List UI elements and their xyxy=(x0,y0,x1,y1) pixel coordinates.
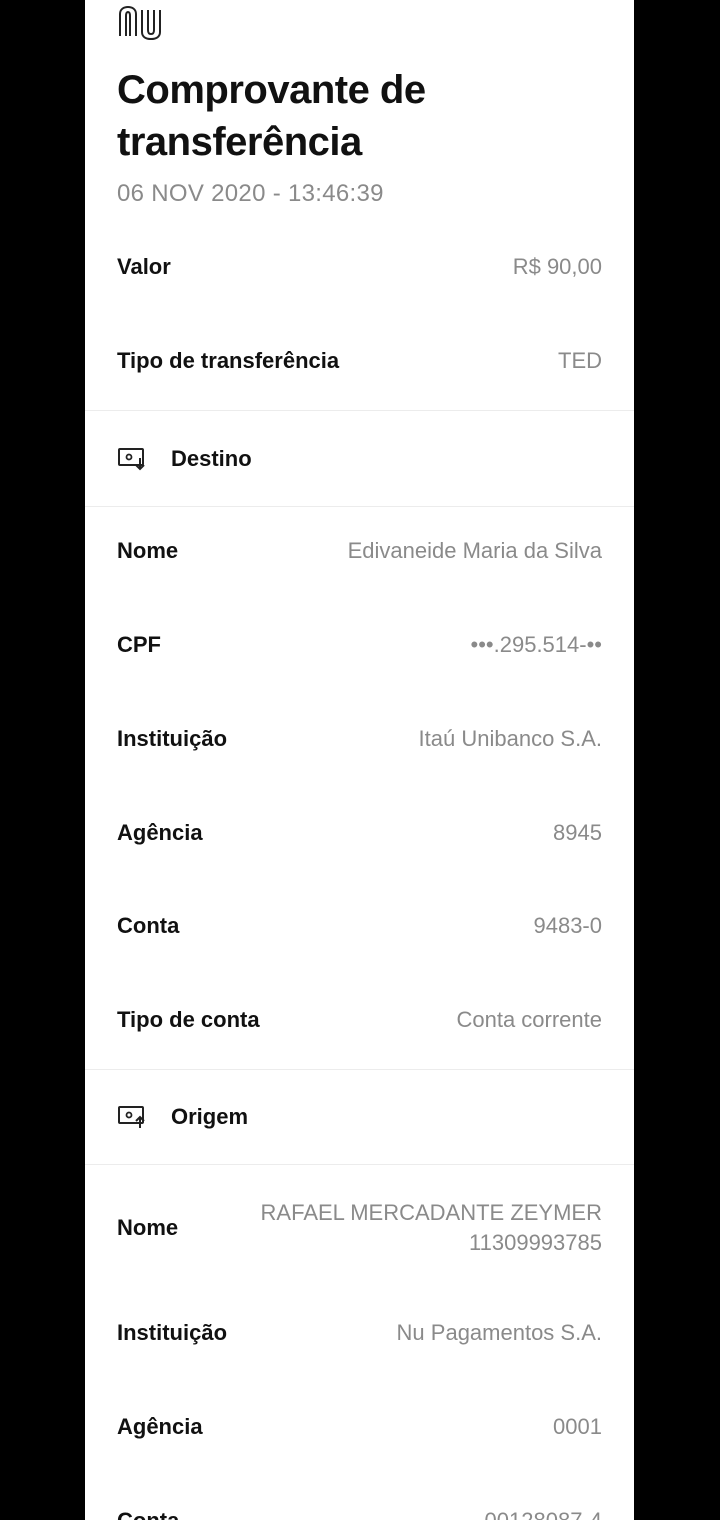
row-value: TED xyxy=(558,348,602,373)
row-value: 00128087-4 xyxy=(485,1508,602,1520)
row-value: •••.295.514-•• xyxy=(470,632,602,657)
row-label: Agência xyxy=(117,820,203,845)
row-label: Valor xyxy=(117,254,171,279)
detail-row-conta: Conta 00128087-4 xyxy=(117,1508,602,1520)
row-label: Agência xyxy=(117,1414,203,1439)
row-value: Edivaneide Maria da Silva xyxy=(347,538,602,563)
detail-row-instituicao: Instituição Nu Pagamentos S.A. xyxy=(117,1320,602,1346)
detail-row-instituicao: Instituição Itaú Unibanco S.A. xyxy=(117,726,602,752)
section-header-destino: Destino xyxy=(117,446,252,472)
section-title: Destino xyxy=(171,446,252,471)
nubank-logo-icon xyxy=(119,5,161,41)
detail-row-nome: Nome Edivaneide Maria da Silva xyxy=(117,538,602,564)
row-label: Conta xyxy=(117,913,180,938)
detail-row-agencia: Agência 0001 xyxy=(117,1414,602,1440)
row-value: RAFAEL MERCADANTE ZEYMER 11309993785 xyxy=(260,1200,602,1255)
bank-card-upload-icon xyxy=(118,1106,145,1128)
row-value: 9483-0 xyxy=(533,913,602,938)
row-label: CPF xyxy=(117,632,161,657)
row-value: R$ 90,00 xyxy=(512,254,602,279)
row-value: 0001 xyxy=(553,1414,602,1439)
bank-card-download-icon xyxy=(118,448,145,471)
row-label: Instituição xyxy=(117,1320,228,1345)
detail-row-tipo-conta: Tipo de conta Conta corrente xyxy=(117,1007,602,1033)
detail-row-tipo-transferencia: Tipo de transferência TED xyxy=(117,348,602,374)
divider xyxy=(85,1069,634,1070)
detail-row-agencia: Agência 8945 xyxy=(117,820,602,846)
detail-row-valor: Valor R$ 90,00 xyxy=(117,254,602,280)
divider xyxy=(85,506,634,507)
row-label: Nome xyxy=(117,1215,179,1240)
row-label: Instituição xyxy=(117,726,228,751)
section-header-origem: Origem xyxy=(117,1104,248,1130)
transfer-datetime: 06 NOV 2020 - 13:46:39 xyxy=(117,180,384,207)
page-title: Comprovante de transferência xyxy=(117,68,426,164)
row-value: Itaú Unibanco S.A. xyxy=(418,726,602,751)
section-title: Origem xyxy=(171,1104,249,1129)
row-label: Nome xyxy=(117,538,179,563)
row-value: Conta corrente xyxy=(456,1007,602,1032)
row-label: Tipo de transferência xyxy=(117,348,340,373)
divider xyxy=(85,1164,634,1165)
row-value: Nu Pagamentos S.A. xyxy=(396,1320,602,1345)
detail-row-nome: Nome RAFAEL MERCADANTE ZEYMER 1130999378… xyxy=(117,1198,602,1258)
detail-row-cpf: CPF •••.295.514-•• xyxy=(117,632,602,658)
row-label: Conta xyxy=(117,1508,179,1520)
row-label: Tipo de conta xyxy=(117,1007,260,1032)
detail-row-conta: Conta 9483-0 xyxy=(117,913,602,939)
row-value: 8945 xyxy=(553,820,602,845)
receipt-sheet: Comprovante de transferência 06 NOV 2020… xyxy=(85,0,634,1520)
divider xyxy=(85,410,634,411)
